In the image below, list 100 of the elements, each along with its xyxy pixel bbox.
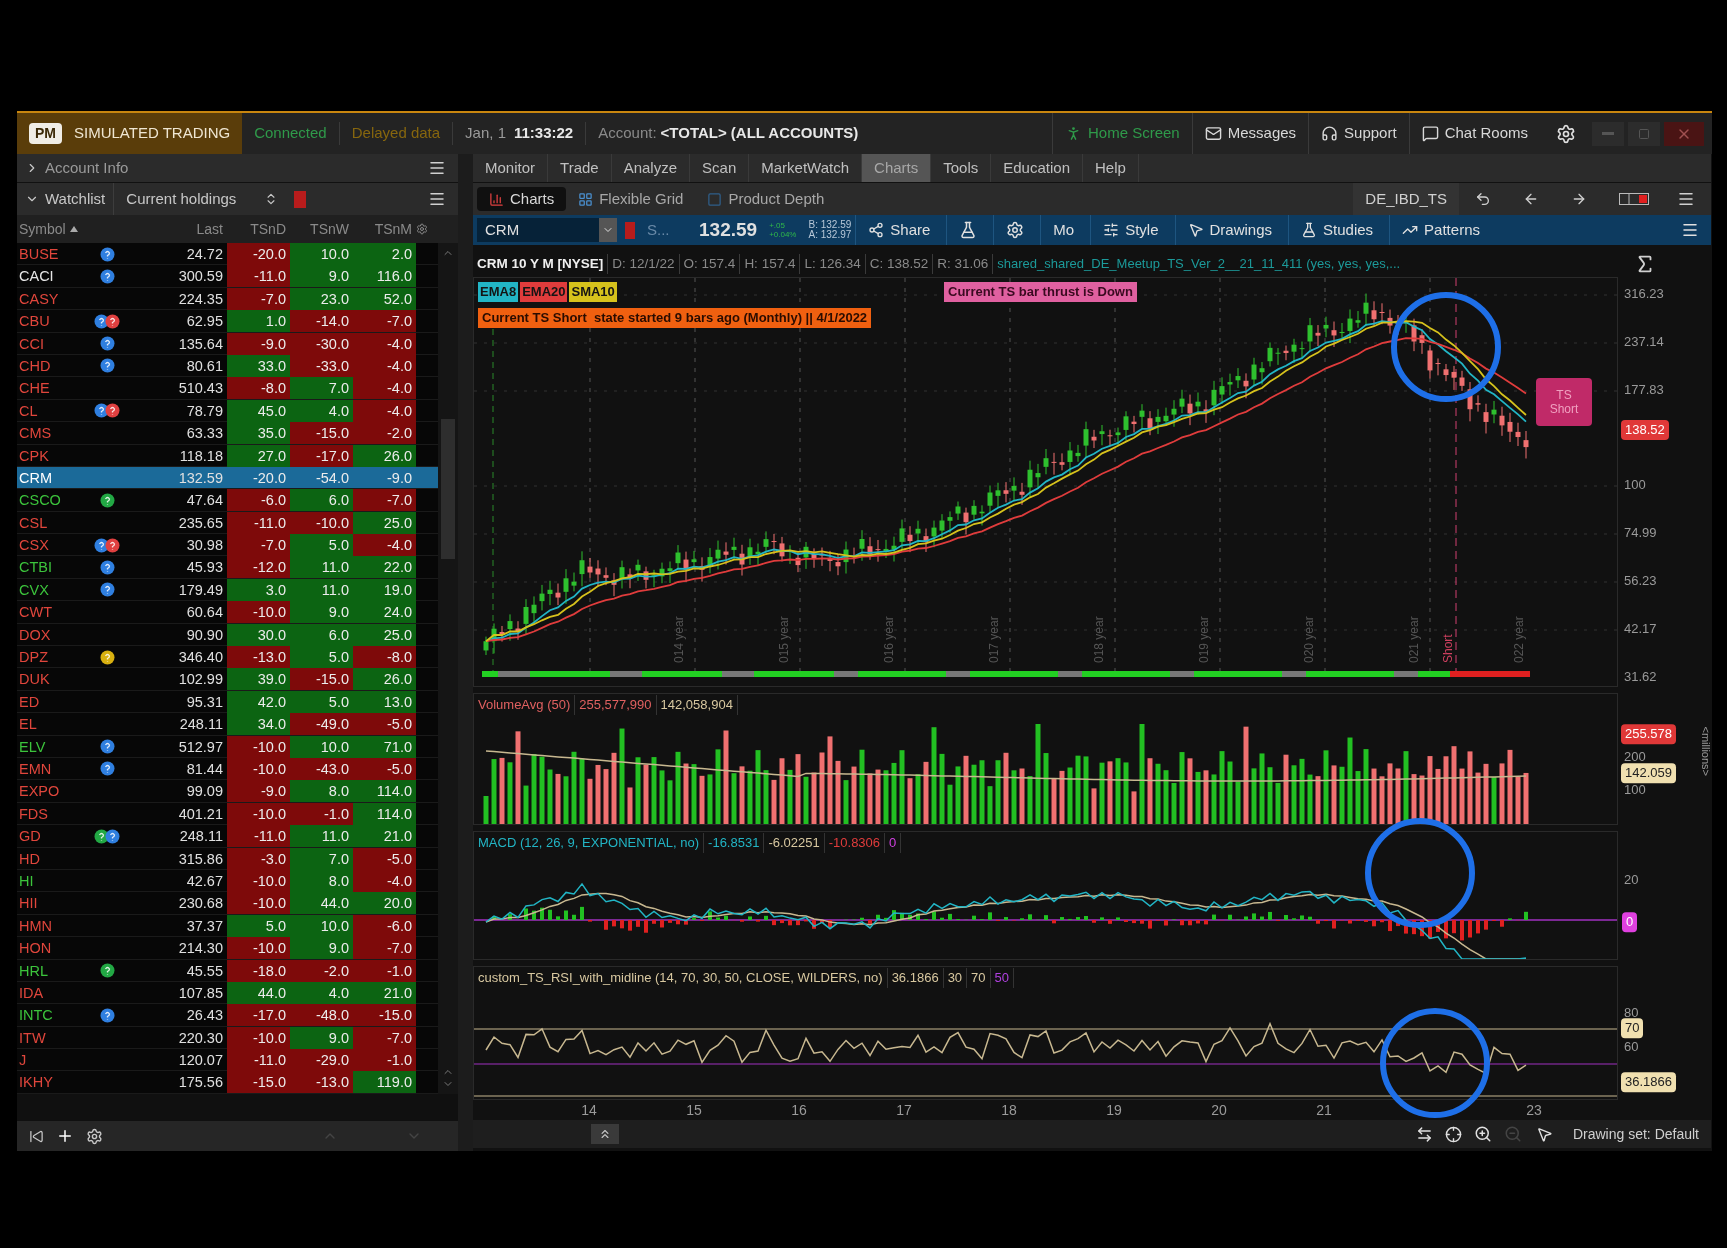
- table-cell: -7.0: [353, 310, 416, 333]
- table-cell: -7.0: [227, 534, 290, 557]
- table-cell-text: 60.64: [185, 603, 224, 623]
- menu-icon[interactable]: [428, 190, 446, 208]
- watchlist-row[interactable]: IDA 107.85 44.0 4.0 21.0: [17, 981, 438, 1005]
- back-icon[interactable]: [1523, 191, 1539, 207]
- watchlist-row[interactable]: HI 42.67 -10.0 8.0 -4.0: [17, 869, 438, 893]
- watchlist-row[interactable]: CVX 179.49 3.0 11.0 19.0: [17, 578, 438, 602]
- column-header[interactable]: TSnD: [227, 218, 290, 240]
- watchlist-row[interactable]: IKHY 175.56 -15.0 -13.0 119.0: [17, 1071, 438, 1094]
- account-selector[interactable]: <TOTAL> (ALL ACCOUNTS): [660, 122, 871, 145]
- nav-tab[interactable]: Education: [991, 154, 1083, 182]
- watchlist-row[interactable]: HD 315.86 -3.0 7.0 -5.0: [17, 847, 438, 870]
- pointer-icon[interactable]: [1535, 1125, 1553, 1143]
- zoom-in-icon[interactable]: [1473, 1125, 1492, 1143]
- toolbar-button[interactable]: Studies: [1288, 215, 1386, 245]
- sub-tab[interactable]: Product Depth: [695, 187, 837, 211]
- toolbar-button[interactable]: Drawings: [1174, 215, 1285, 245]
- watchlist-row[interactable]: DPZ 346.40 -13.0 5.0 -8.0: [17, 646, 438, 669]
- year-label: 020 year: [1302, 616, 1316, 663]
- watchlist-row[interactable]: CTBI 45.93 -12.0 11.0 22.0: [17, 556, 438, 579]
- menu-icon[interactable]: [1681, 221, 1699, 239]
- toolbar-button[interactable]: Style: [1090, 215, 1171, 245]
- color-link-button[interactable]: [294, 190, 307, 208]
- watchlist-row[interactable]: CHE 510.43 -8.0 7.0 -4.0: [17, 377, 438, 400]
- undo-icon[interactable]: [1475, 191, 1491, 207]
- column-header[interactable]: Last: [127, 218, 227, 240]
- scrollbar-thumb[interactable]: [441, 419, 455, 559]
- nav-tab[interactable]: Help: [1083, 154, 1139, 182]
- table-cell: 9.0: [290, 601, 353, 624]
- watchlist-row[interactable]: ED 95.31 42.0 5.0 13.0: [17, 690, 438, 714]
- watchlist-row[interactable]: CSL 235.65 -11.0 -10.0 25.0: [17, 511, 438, 535]
- watchlist-row[interactable]: HII 230.68 -10.0 44.0 20.0: [17, 892, 438, 915]
- watchlist-row[interactable]: CSX 30.98 -7.0 5.0 -4.0: [17, 534, 438, 557]
- first-icon[interactable]: [29, 1128, 44, 1144]
- toolbar-button[interactable]: Mo: [1040, 215, 1087, 245]
- watchlist-row[interactable]: CCI 135.64 -9.0 -30.0 -4.0: [17, 332, 438, 355]
- watchlist-row[interactable]: EMN 81.44 -10.0 -43.0 -5.0: [17, 758, 438, 781]
- table-cell-text: 346.40: [177, 648, 224, 668]
- forward-icon[interactable]: [1571, 191, 1587, 207]
- nav-tab[interactable]: Scan: [690, 154, 750, 182]
- menu-icon[interactable]: [428, 159, 446, 177]
- sub-tab[interactable]: Charts: [477, 187, 567, 211]
- table-cell: -1.0: [353, 1049, 416, 1072]
- watchlist-row[interactable]: ITW 220.30 -10.0 9.0 -7.0: [17, 1026, 438, 1050]
- nav-tab[interactable]: Tools: [931, 154, 992, 182]
- table-cell: -7.0: [353, 489, 416, 512]
- column-header[interactable]: Symbol: [19, 218, 66, 240]
- nav-tab[interactable]: Analyze: [611, 154, 691, 182]
- watchlist-row[interactable]: ELV 512.97 -10.0 10.0 71.0: [17, 735, 438, 758]
- toolbar-button[interactable]: Share: [855, 215, 943, 245]
- layout-icon[interactable]: [1619, 193, 1649, 205]
- sub-tab[interactable]: Flexible Grid: [566, 187, 696, 211]
- watchlist-row[interactable]: GD 248.11 -11.0 11.0 21.0: [17, 825, 438, 848]
- symbol-cell-text: BUSE: [18, 245, 60, 264]
- watchlist-row[interactable]: CPK 118.18 27.0 -17.0 26.0: [17, 444, 438, 467]
- symbol-field[interactable]: CRM: [477, 218, 617, 242]
- watchlist-row[interactable]: FDS 401.21 -10.0 -1.0 114.0: [17, 802, 438, 826]
- table-cell-text: 30.98: [185, 536, 224, 556]
- year-label: 014 year: [672, 616, 686, 663]
- watchlist-selector[interactable]: Current holdings: [114, 187, 249, 211]
- watchlist-row[interactable]: DOX 90.90 30.0 6.0 25.0: [17, 623, 438, 647]
- study-legend: EMA20: [520, 282, 568, 302]
- watchlist-row[interactable]: CL 78.79 45.0 4.0 -4.0: [17, 399, 438, 423]
- settings-icon[interactable]: [86, 1127, 103, 1145]
- watchlist-row[interactable]: CHD 80.61 33.0 -33.0 -4.0: [17, 354, 438, 378]
- watchlist-row[interactable]: EXPO 99.09 -9.0 8.0 114.0: [17, 780, 438, 803]
- column-header[interactable]: TSnM: [353, 218, 416, 240]
- nav-tab[interactable]: Trade: [548, 154, 612, 182]
- watchlist-row[interactable]: CACI 300.59 -11.0 9.0 116.0: [17, 265, 438, 288]
- watchlist-row[interactable]: CASY 224.35 -7.0 23.0 52.0: [17, 287, 438, 311]
- year-label: 021 year: [1407, 616, 1421, 663]
- watchlist-row[interactable]: INTC 26.43 -17.0 -48.0 -15.0: [17, 1004, 438, 1027]
- collapse-button[interactable]: [591, 1124, 619, 1144]
- column-header[interactable]: TSnW: [290, 218, 353, 240]
- watchlist-row[interactable]: CMS 63.33 35.0 -15.0 -2.0: [17, 422, 438, 445]
- watchlist-row[interactable]: CBU 62.95 1.0 -14.0 -7.0: [17, 310, 438, 333]
- watchlist-row[interactable]: DUK 102.99 39.0 -15.0 26.0: [17, 668, 438, 691]
- watchlist-row[interactable]: EL 248.11 34.0 -49.0 -5.0: [17, 713, 438, 736]
- nav-tab[interactable]: Monitor: [473, 154, 549, 182]
- watchlist-row[interactable]: J 120.07 -11.0 -29.0 -1.0: [17, 1049, 438, 1072]
- table-cell: 5.0: [227, 914, 290, 937]
- watchlist-row[interactable]: BUSE 24.72 -20.0 10.0 2.0: [17, 243, 438, 266]
- crosshair-icon[interactable]: [1444, 1125, 1462, 1143]
- pan-icon[interactable]: [1415, 1125, 1433, 1143]
- toolbar-button[interactable]: Patterns: [1389, 215, 1492, 245]
- table-cell: -10.0: [227, 802, 290, 825]
- watchlist-row[interactable]: HMN 37.37 5.0 10.0 -6.0: [17, 914, 438, 938]
- watchlist-row[interactable]: HRL 45.55 -18.0 -2.0 -1.0: [17, 959, 438, 982]
- drawing-set-selector[interactable]: Drawing set: Default: [1572, 1123, 1699, 1145]
- add-icon[interactable]: [56, 1127, 74, 1145]
- watchlist-row[interactable]: CRM 132.59 -20.0 -54.0 -9.0: [17, 466, 438, 490]
- color-link-button[interactable]: [625, 221, 635, 239]
- watchlist-row[interactable]: CWT 60.64 -10.0 9.0 24.0: [17, 601, 438, 624]
- watchlist-row[interactable]: CSCO 47.64 -6.0 6.0 -7.0: [17, 489, 438, 512]
- account-info-bar[interactable]: Account Info: [17, 154, 458, 183]
- axis-label: 16: [791, 1101, 807, 1120]
- layout-name[interactable]: DE_IBD_TS: [1353, 183, 1459, 215]
- menu-icon[interactable]: [1677, 190, 1695, 208]
- watchlist-row[interactable]: HON 214.30 -10.0 9.0 -7.0: [17, 937, 438, 960]
